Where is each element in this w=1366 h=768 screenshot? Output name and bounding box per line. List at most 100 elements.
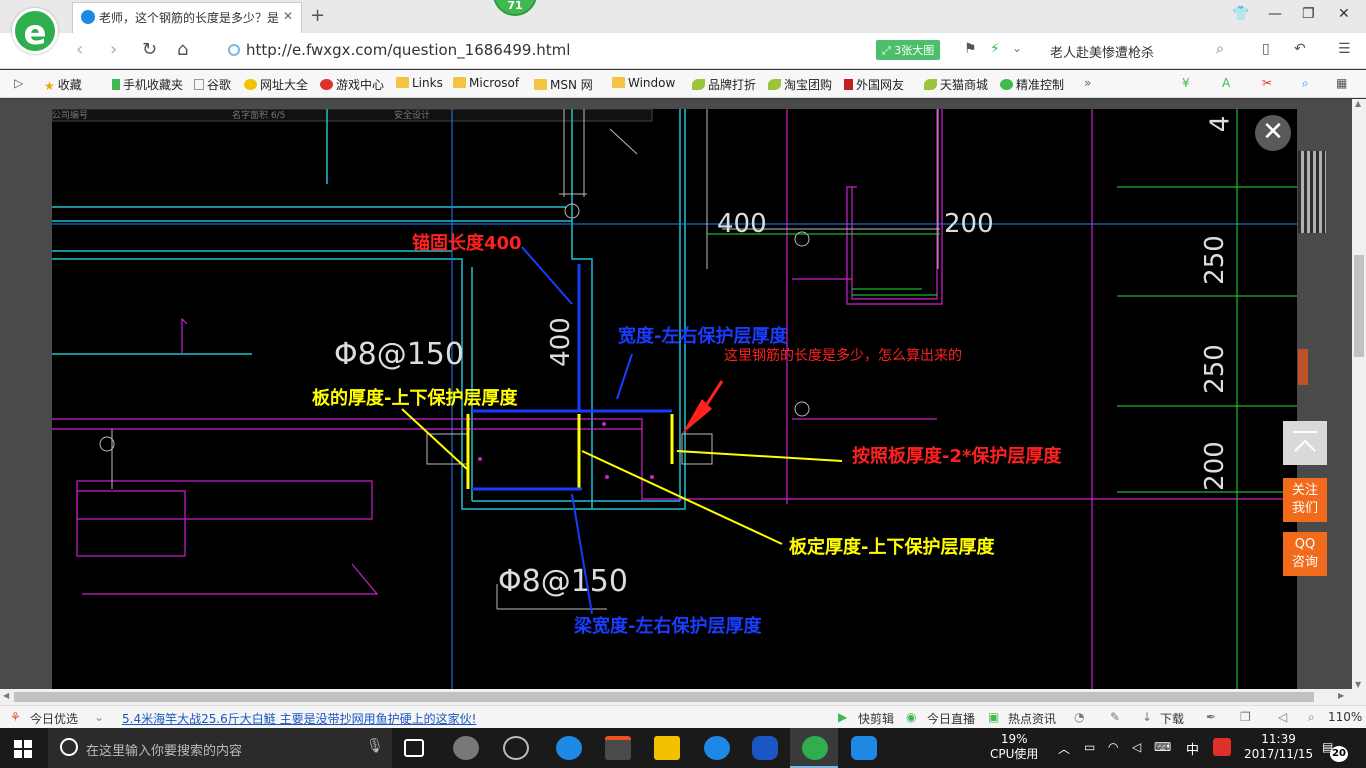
news-link[interactable]: 5.4米海竿大战25.6斤大白鲢 主要是没带抄网用鱼护硬上的这家伙! (122, 710, 476, 727)
new-tab-button[interactable]: + (310, 5, 325, 26)
horizontal-scrollbar[interactable]: ◀ ▶ (0, 689, 1366, 705)
yen-icon[interactable]: ¥ (1182, 76, 1190, 90)
microphone-icon[interactable]: 🎙 (366, 738, 384, 754)
beam-width-label: 梁宽度-左右保护层厚度 (574, 616, 762, 637)
bookmark-sites[interactable]: 网址大全 (244, 76, 308, 93)
close-viewer-button[interactable]: ✕ (1255, 115, 1291, 151)
browser-g-icon[interactable] (752, 736, 778, 760)
ime-indicator[interactable]: 中 (1186, 739, 1199, 758)
spiral-icon[interactable] (503, 736, 529, 760)
task-view-icon[interactable] (404, 739, 424, 757)
bookmark-windows[interactable]: Window (612, 76, 675, 90)
search-input[interactable]: 老人赴美惨遭枪杀 (1050, 42, 1154, 61)
url-text: http://e.fwxgx.com/question_1686499.html (246, 41, 571, 59)
browser-logo[interactable]: e (12, 8, 58, 54)
bookmark-brand[interactable]: 品牌打折 (692, 76, 756, 93)
minimize-icon[interactable]: — (1268, 6, 1282, 22)
lightning-icon[interactable]: ⚡ (990, 41, 1000, 57)
window-icon[interactable]: ❐ (1240, 710, 1251, 724)
back-to-top-button[interactable] (1283, 421, 1327, 465)
quick-cut-button[interactable]: 快剪辑 (858, 710, 894, 727)
bookmark-mobile[interactable]: 手机收藏夹 (112, 76, 183, 93)
chat-icon (1000, 79, 1013, 90)
hot-news-button[interactable]: 热点资讯 (1008, 710, 1056, 727)
scroll-down-icon[interactable]: ▼ (1355, 680, 1361, 689)
battery-icon[interactable]: ▭ (1084, 740, 1095, 754)
speed-icon[interactable]: ◔ (1074, 710, 1084, 724)
home-icon[interactable]: ⌂ (177, 39, 188, 60)
qq-consult-button[interactable]: QQ 咨询 (1283, 532, 1327, 576)
bookmark-taobao[interactable]: 淘宝团购 (768, 76, 832, 93)
cpu-usage[interactable]: 19% CPU使用 (990, 732, 1038, 762)
chevron-down-icon[interactable]: ⌄ (94, 710, 104, 724)
file-explorer-icon[interactable] (654, 736, 680, 760)
active-app-highlight[interactable] (790, 728, 838, 768)
shirt-skin-icon[interactable]: 👕 (1232, 6, 1249, 22)
more-bookmarks-icon[interactable]: » (1084, 76, 1091, 90)
app-plus-icon[interactable] (851, 736, 877, 760)
grid-icon[interactable]: ▦ (1336, 76, 1347, 90)
close-window-icon[interactable]: ✕ (1338, 6, 1350, 22)
scissors-icon[interactable]: ✂ (1262, 76, 1272, 90)
ie-icon[interactable] (704, 736, 730, 760)
magnifier-icon[interactable]: ⌕ (1302, 76, 1309, 91)
sidebar-toggle-icon[interactable]: ▷ (14, 76, 23, 90)
undo-icon[interactable]: ↶ (1294, 41, 1306, 57)
big-image-button[interactable]: ⤢ 3张大图 (876, 40, 941, 60)
windows-start-icon[interactable] (14, 740, 32, 758)
bookmark-google[interactable]: 谷歌 (194, 76, 231, 93)
tab-close-icon[interactable]: ✕ (283, 9, 293, 23)
back-icon[interactable]: ‹ (76, 39, 83, 60)
bookmark-msn[interactable]: MSN 网 (534, 76, 593, 93)
scroll-up-icon[interactable]: ▲ (1355, 99, 1361, 108)
reload-icon[interactable]: ↻ (142, 39, 157, 60)
download-button[interactable]: 下载 (1160, 710, 1184, 727)
zoom-level[interactable]: 110% (1328, 710, 1362, 724)
sogou-icon[interactable] (1213, 738, 1231, 756)
bookmark-links[interactable]: Links (396, 76, 443, 90)
scroll-right-icon[interactable]: ▶ (1338, 691, 1344, 700)
store-icon[interactable] (605, 736, 631, 760)
follow-us-button[interactable]: 关注 我们 (1283, 478, 1327, 522)
wifi-icon[interactable]: ◠ (1108, 740, 1118, 754)
scroll-left-icon[interactable]: ◀ (3, 691, 9, 700)
volume-icon[interactable]: ◁ (1132, 740, 1141, 754)
bookmark-foreign[interactable]: 外国网友 (844, 76, 904, 93)
bookmark-microsoft[interactable]: Microsof (453, 76, 519, 90)
vertical-scroll-thumb[interactable] (1354, 255, 1364, 357)
bookmark-control[interactable]: 精准控制 (1000, 76, 1064, 93)
live-icon: ◉ (906, 710, 917, 724)
search-icon[interactable]: ⌕ (1216, 41, 1224, 57)
forward-icon[interactable]: › (110, 39, 117, 60)
taskbar-search[interactable]: 在这里输入你要搜索的内容 🎙 (48, 728, 392, 768)
translate-icon[interactable]: A (1222, 76, 1230, 90)
tools-icon[interactable]: ✎ (1110, 710, 1120, 724)
bookmarks-bar: ▷ ★ 收藏 手机收藏夹 谷歌 网址大全 游戏中心 Links Microsof … (0, 70, 1366, 98)
bookmark-favorites[interactable]: ★ 收藏 (44, 76, 82, 93)
bookmark-tmall[interactable]: 天猫商城 (924, 76, 988, 93)
browser-tab[interactable]: 老师，这个钢筋的长度是多少？是 ✕ (72, 2, 302, 33)
restore-icon[interactable]: ❐ (1302, 6, 1315, 22)
keyboard-icon[interactable]: ⌨ (1154, 740, 1171, 754)
tray-expand-icon[interactable]: ︿ (1058, 740, 1070, 757)
pen-icon[interactable]: ✒ (1206, 710, 1216, 724)
sound-icon[interactable]: ◁ (1278, 710, 1287, 724)
bookmark-games[interactable]: 游戏中心 (320, 76, 384, 93)
menu-icon[interactable]: ☰ (1338, 41, 1351, 57)
live-button[interactable]: 今日直播 (927, 710, 975, 727)
today-pick-button[interactable]: 今日优选 (30, 710, 78, 727)
quick-cut-icon: ▶ (838, 710, 848, 724)
notification-badge[interactable]: 71 (493, 0, 537, 16)
clock-date: 2017/11/15 (1244, 747, 1314, 761)
bookmark-label: Microsof (469, 76, 520, 90)
horizontal-scroll-thumb[interactable] (14, 692, 1314, 702)
chevron-down-icon[interactable]: ⌄ (1012, 41, 1022, 55)
edge-icon[interactable] (556, 736, 582, 760)
mobile-icon[interactable]: ▯ (1262, 41, 1270, 57)
vertical-scrollbar[interactable]: ▲ ▼ (1352, 99, 1366, 689)
big-image-label: 3张大图 (894, 44, 935, 57)
shield-icon[interactable]: ⚑ (964, 41, 977, 57)
clock[interactable]: 11:39 2017/11/15 (1244, 732, 1313, 762)
url-field[interactable]: http://e.fwxgx.com/question_1686499.html (228, 41, 570, 59)
pinwheel-icon[interactable] (453, 736, 479, 760)
